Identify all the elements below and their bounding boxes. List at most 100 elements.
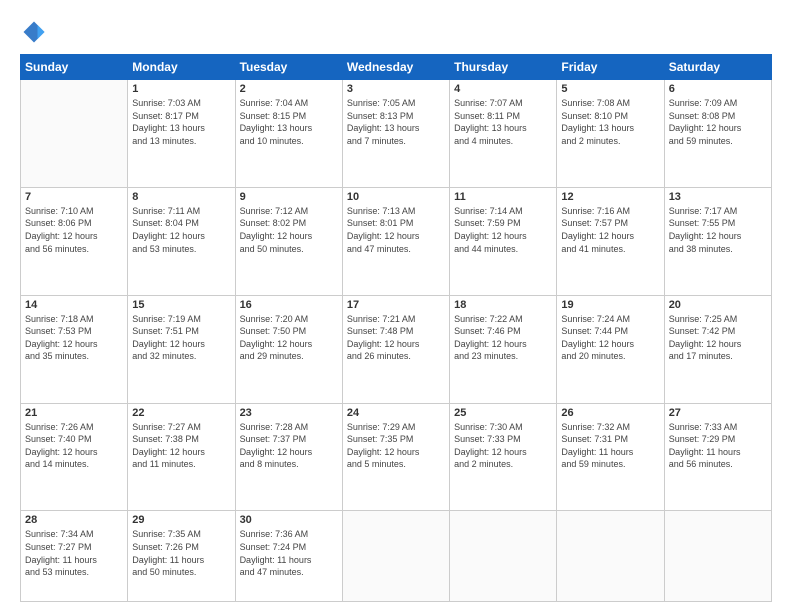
- day-number: 9: [240, 191, 338, 203]
- day-number: 28: [25, 514, 123, 526]
- day-cell: 19 Sunrise: 7:24 AMSunset: 7:44 PMDayligh…: [557, 295, 664, 403]
- day-number: 14: [25, 299, 123, 311]
- day-number: 18: [454, 299, 552, 311]
- day-number: 8: [132, 191, 230, 203]
- day-info: Sunrise: 7:04 AMSunset: 8:15 PMDaylight:…: [240, 97, 338, 147]
- day-info: Sunrise: 7:30 AMSunset: 7:33 PMDaylight:…: [454, 421, 552, 471]
- day-cell: [21, 80, 128, 188]
- day-info: Sunrise: 7:16 AMSunset: 7:57 PMDaylight:…: [561, 205, 659, 255]
- day-cell: 6 Sunrise: 7:09 AMSunset: 8:08 PMDaylight…: [664, 80, 771, 188]
- day-cell: 27Sunrise: 7:33 AMSunset: 7:29 PMDayligh…: [664, 403, 771, 511]
- day-cell: 11 Sunrise: 7:14 AMSunset: 7:59 PMDayligh…: [450, 187, 557, 295]
- day-cell: [557, 511, 664, 602]
- day-cell: 25 Sunrise: 7:30 AMSunset: 7:33 PMDayligh…: [450, 403, 557, 511]
- calendar-body: 1 Sunrise: 7:03 AMSunset: 8:17 PMDaylight…: [21, 80, 772, 602]
- day-cell: 24 Sunrise: 7:29 AMSunset: 7:35 PMDayligh…: [342, 403, 449, 511]
- calendar-header: SundayMondayTuesdayWednesdayThursdayFrid…: [21, 55, 772, 80]
- header-row: SundayMondayTuesdayWednesdayThursdayFrid…: [21, 55, 772, 80]
- week-row-4: 28 Sunrise: 7:34 AMSunset: 7:27 PMDayligh…: [21, 511, 772, 602]
- page: SundayMondayTuesdayWednesdayThursdayFrid…: [0, 0, 792, 612]
- day-info: Sunrise: 7:26 AMSunset: 7:40 PMDaylight:…: [25, 421, 123, 471]
- header-cell-thursday: Thursday: [450, 55, 557, 80]
- header: [20, 18, 772, 46]
- day-info: Sunrise: 7:11 AMSunset: 8:04 PMDaylight:…: [132, 205, 230, 255]
- day-info: Sunrise: 7:08 AMSunset: 8:10 PMDaylight:…: [561, 97, 659, 147]
- day-number: 5: [561, 83, 659, 95]
- day-cell: 28 Sunrise: 7:34 AMSunset: 7:27 PMDayligh…: [21, 511, 128, 602]
- day-cell: 15 Sunrise: 7:19 AMSunset: 7:51 PMDayligh…: [128, 295, 235, 403]
- day-cell: 10Sunrise: 7:13 AMSunset: 8:01 PMDayligh…: [342, 187, 449, 295]
- calendar-table: SundayMondayTuesdayWednesdayThursdayFrid…: [20, 54, 772, 602]
- day-cell: 14Sunrise: 7:18 AMSunset: 7:53 PMDayligh…: [21, 295, 128, 403]
- day-info: Sunrise: 7:28 AMSunset: 7:37 PMDaylight:…: [240, 421, 338, 471]
- day-cell: 13 Sunrise: 7:17 AMSunset: 7:55 PMDayligh…: [664, 187, 771, 295]
- day-number: 2: [240, 83, 338, 95]
- day-cell: 9 Sunrise: 7:12 AMSunset: 8:02 PMDaylight…: [235, 187, 342, 295]
- day-number: 7: [25, 191, 123, 203]
- day-info: Sunrise: 7:29 AMSunset: 7:35 PMDaylight:…: [347, 421, 445, 471]
- day-info: Sunrise: 7:05 AMSunset: 8:13 PMDaylight:…: [347, 97, 445, 147]
- day-info: Sunrise: 7:21 AMSunset: 7:48 PMDaylight:…: [347, 313, 445, 363]
- day-cell: 29 Sunrise: 7:35 AMSunset: 7:26 PMDayligh…: [128, 511, 235, 602]
- day-number: 23: [240, 407, 338, 419]
- header-cell-tuesday: Tuesday: [235, 55, 342, 80]
- day-info: Sunrise: 7:25 AMSunset: 7:42 PMDaylight:…: [669, 313, 767, 363]
- logo-icon: [20, 18, 48, 46]
- day-number: 16: [240, 299, 338, 311]
- day-info: Sunrise: 7:33 AMSunset: 7:29 PMDaylight:…: [669, 421, 767, 471]
- day-info: Sunrise: 7:34 AMSunset: 7:27 PMDaylight:…: [25, 528, 123, 578]
- day-cell: 20 Sunrise: 7:25 AMSunset: 7:42 PMDayligh…: [664, 295, 771, 403]
- day-number: 13: [669, 191, 767, 203]
- day-cell: 30Sunrise: 7:36 AMSunset: 7:24 PMDayligh…: [235, 511, 342, 602]
- day-cell: [342, 511, 449, 602]
- day-cell: [450, 511, 557, 602]
- day-info: Sunrise: 7:17 AMSunset: 7:55 PMDaylight:…: [669, 205, 767, 255]
- day-cell: 26 Sunrise: 7:32 AMSunset: 7:31 PMDayligh…: [557, 403, 664, 511]
- header-cell-sunday: Sunday: [21, 55, 128, 80]
- day-info: Sunrise: 7:14 AMSunset: 7:59 PMDaylight:…: [454, 205, 552, 255]
- day-number: 26: [561, 407, 659, 419]
- header-cell-wednesday: Wednesday: [342, 55, 449, 80]
- day-cell: 12Sunrise: 7:16 AMSunset: 7:57 PMDayligh…: [557, 187, 664, 295]
- day-info: Sunrise: 7:12 AMSunset: 8:02 PMDaylight:…: [240, 205, 338, 255]
- day-number: 20: [669, 299, 767, 311]
- day-cell: [664, 511, 771, 602]
- day-cell: 7 Sunrise: 7:10 AMSunset: 8:06 PMDaylight…: [21, 187, 128, 295]
- day-number: 1: [132, 83, 230, 95]
- day-cell: 17Sunrise: 7:21 AMSunset: 7:48 PMDayligh…: [342, 295, 449, 403]
- logo: [20, 18, 52, 46]
- day-cell: 22Sunrise: 7:27 AMSunset: 7:38 PMDayligh…: [128, 403, 235, 511]
- header-cell-saturday: Saturday: [664, 55, 771, 80]
- day-cell: 18 Sunrise: 7:22 AMSunset: 7:46 PMDayligh…: [450, 295, 557, 403]
- day-info: Sunrise: 7:20 AMSunset: 7:50 PMDaylight:…: [240, 313, 338, 363]
- day-info: Sunrise: 7:35 AMSunset: 7:26 PMDaylight:…: [132, 528, 230, 578]
- day-info: Sunrise: 7:32 AMSunset: 7:31 PMDaylight:…: [561, 421, 659, 471]
- day-number: 6: [669, 83, 767, 95]
- day-info: Sunrise: 7:03 AMSunset: 8:17 PMDaylight:…: [132, 97, 230, 147]
- day-info: Sunrise: 7:09 AMSunset: 8:08 PMDaylight:…: [669, 97, 767, 147]
- day-number: 22: [132, 407, 230, 419]
- header-cell-friday: Friday: [557, 55, 664, 80]
- day-info: Sunrise: 7:22 AMSunset: 7:46 PMDaylight:…: [454, 313, 552, 363]
- day-number: 11: [454, 191, 552, 203]
- day-number: 29: [132, 514, 230, 526]
- day-cell: 23 Sunrise: 7:28 AMSunset: 7:37 PMDayligh…: [235, 403, 342, 511]
- day-number: 19: [561, 299, 659, 311]
- day-cell: 21Sunrise: 7:26 AMSunset: 7:40 PMDayligh…: [21, 403, 128, 511]
- day-cell: 4Sunrise: 7:07 AMSunset: 8:11 PMDaylight…: [450, 80, 557, 188]
- day-number: 24: [347, 407, 445, 419]
- day-info: Sunrise: 7:19 AMSunset: 7:51 PMDaylight:…: [132, 313, 230, 363]
- week-row-3: 21Sunrise: 7:26 AMSunset: 7:40 PMDayligh…: [21, 403, 772, 511]
- day-number: 15: [132, 299, 230, 311]
- day-number: 25: [454, 407, 552, 419]
- day-info: Sunrise: 7:24 AMSunset: 7:44 PMDaylight:…: [561, 313, 659, 363]
- day-info: Sunrise: 7:10 AMSunset: 8:06 PMDaylight:…: [25, 205, 123, 255]
- week-row-1: 7 Sunrise: 7:10 AMSunset: 8:06 PMDaylight…: [21, 187, 772, 295]
- day-cell: 5 Sunrise: 7:08 AMSunset: 8:10 PMDaylight…: [557, 80, 664, 188]
- day-cell: 16 Sunrise: 7:20 AMSunset: 7:50 PMDayligh…: [235, 295, 342, 403]
- week-row-2: 14Sunrise: 7:18 AMSunset: 7:53 PMDayligh…: [21, 295, 772, 403]
- day-cell: 8 Sunrise: 7:11 AMSunset: 8:04 PMDaylight…: [128, 187, 235, 295]
- week-row-0: 1 Sunrise: 7:03 AMSunset: 8:17 PMDaylight…: [21, 80, 772, 188]
- header-cell-monday: Monday: [128, 55, 235, 80]
- day-number: 10: [347, 191, 445, 203]
